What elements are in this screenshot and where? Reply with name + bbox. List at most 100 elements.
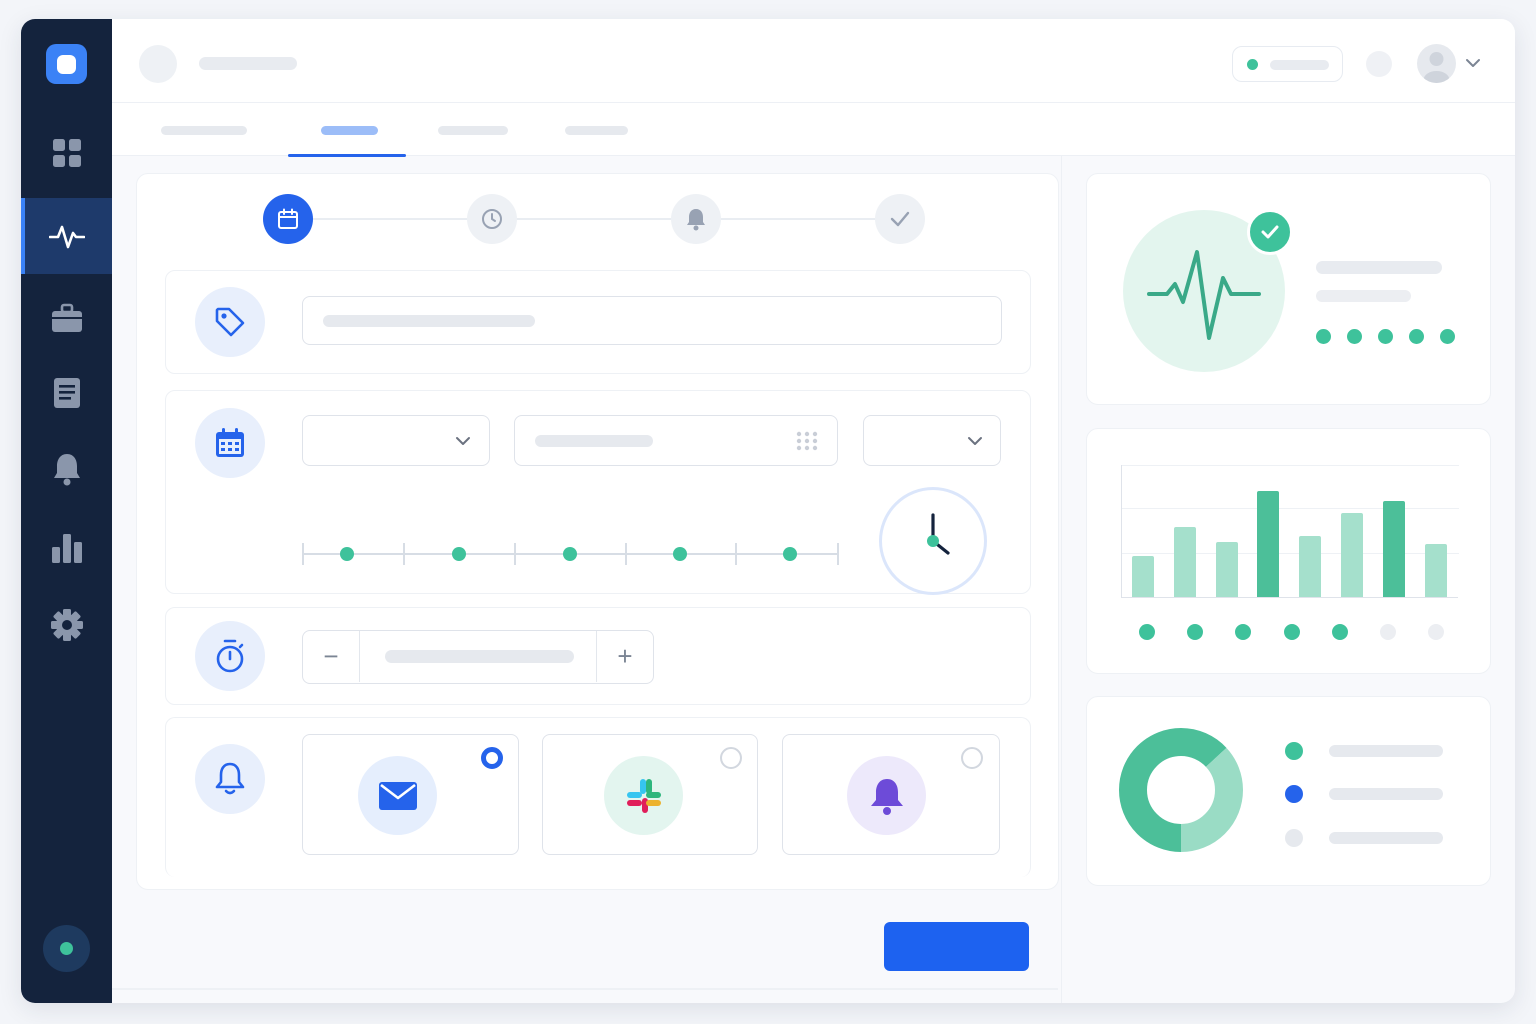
pagination-dot[interactable] xyxy=(1187,624,1204,640)
sidebar-item-reports[interactable] xyxy=(21,355,112,431)
wizard-step-time[interactable] xyxy=(467,194,517,244)
wizard-progress-line xyxy=(312,218,902,220)
duration-value-field[interactable] xyxy=(359,631,597,682)
heartbeat-icon xyxy=(48,225,85,249)
slider-tick xyxy=(735,543,737,565)
donut-chart-card xyxy=(1086,696,1491,886)
grid-dots-icon xyxy=(796,431,818,451)
donut-chart xyxy=(1119,728,1243,852)
legend-dot xyxy=(1285,742,1303,760)
channel-icon-bg xyxy=(358,756,437,835)
channel-option-email[interactable] xyxy=(302,734,519,855)
indicator-dot xyxy=(1378,329,1393,344)
chart-bar[interactable] xyxy=(1424,543,1447,597)
grid-line xyxy=(1122,553,1459,554)
channel-radio[interactable] xyxy=(961,747,983,769)
chevron-down-icon[interactable] xyxy=(1465,55,1481,71)
clock-hands-icon xyxy=(927,513,950,555)
document-icon xyxy=(53,378,80,408)
slider-point[interactable] xyxy=(673,547,687,561)
bell-icon xyxy=(53,454,80,486)
slider-point[interactable] xyxy=(340,547,354,561)
chart-bar[interactable] xyxy=(1257,490,1280,597)
bar-chart-icon xyxy=(51,534,82,563)
pagination-dot[interactable] xyxy=(1428,624,1445,640)
channel-radio[interactable] xyxy=(720,747,742,769)
decrement-button[interactable]: − xyxy=(303,631,359,682)
pagination-dot[interactable] xyxy=(1380,624,1396,640)
bar-chart-card xyxy=(1086,428,1491,674)
duration-stepper: − + xyxy=(302,630,654,684)
sidebar-item-jobs[interactable] xyxy=(21,280,112,356)
clock-picker[interactable] xyxy=(879,487,987,595)
tab-label xyxy=(565,126,628,135)
tab-2[interactable] xyxy=(288,103,406,157)
sidebar-item-alerts[interactable] xyxy=(21,431,112,507)
briefcase-icon xyxy=(51,303,82,332)
chart-bar[interactable] xyxy=(1299,536,1322,597)
slider-tick xyxy=(403,543,405,565)
sidebar-item-dashboard[interactable] xyxy=(21,115,112,191)
section-icon xyxy=(195,621,265,691)
wizard-step-schedule[interactable] xyxy=(263,194,313,244)
chevron-down-icon xyxy=(968,437,982,445)
chart-bar[interactable] xyxy=(1215,541,1238,597)
time-select[interactable] xyxy=(863,415,1001,466)
tab-4[interactable] xyxy=(565,103,628,156)
legend-label xyxy=(1329,745,1443,757)
channel-radio-selected[interactable] xyxy=(481,747,503,769)
system-status-pill[interactable] xyxy=(1232,46,1343,82)
check-icon xyxy=(890,211,910,227)
grid-line xyxy=(1122,465,1459,466)
avatar[interactable] xyxy=(1417,44,1456,83)
slider-point[interactable] xyxy=(452,547,466,561)
tab-1[interactable] xyxy=(161,103,247,156)
duration-value xyxy=(385,650,574,663)
connection-status-indicator[interactable] xyxy=(43,925,90,972)
duration-section: − + xyxy=(165,607,1031,705)
grid-icon xyxy=(52,139,81,167)
wizard-step-review[interactable] xyxy=(875,194,925,244)
slider-tick xyxy=(302,543,304,565)
chart-bar[interactable] xyxy=(1173,526,1196,597)
increment-button[interactable]: + xyxy=(597,631,653,682)
pagination-dot[interactable] xyxy=(1283,624,1300,640)
frequency-select[interactable] xyxy=(302,415,490,466)
pagination-dot[interactable] xyxy=(1235,624,1252,640)
primary-action-button[interactable] xyxy=(884,922,1029,971)
sidebar-item-settings[interactable] xyxy=(21,587,112,663)
calendar-icon xyxy=(216,428,244,457)
health-status-card xyxy=(1086,173,1491,405)
envelope-icon xyxy=(378,781,417,810)
clock-icon xyxy=(482,209,502,229)
indicator-dot xyxy=(1347,329,1362,344)
chart-bar[interactable] xyxy=(1382,501,1405,597)
channel-option-push[interactable] xyxy=(782,734,1000,855)
name-section xyxy=(165,270,1031,374)
legend-dot xyxy=(1285,829,1303,847)
pagination-dot[interactable] xyxy=(1331,624,1348,640)
slack-icon xyxy=(626,778,661,813)
tab-label xyxy=(321,126,378,135)
tab-3[interactable] xyxy=(438,103,508,156)
channel-option-slack[interactable] xyxy=(542,734,758,855)
status-ok-badge xyxy=(1247,209,1293,255)
pagination-dot[interactable] xyxy=(1139,624,1155,640)
channel-icon-bg xyxy=(604,756,683,835)
chart-bar[interactable] xyxy=(1341,512,1363,597)
app-logo[interactable] xyxy=(46,44,87,84)
sidebar-item-activity[interactable] xyxy=(21,198,112,274)
slider-point[interactable] xyxy=(563,547,577,561)
health-subtitle xyxy=(1316,290,1411,302)
name-input[interactable] xyxy=(302,296,1002,345)
slider-point[interactable] xyxy=(783,547,797,561)
legend-dot xyxy=(1285,785,1303,803)
gear-icon xyxy=(50,609,83,641)
slider-tick xyxy=(625,543,627,565)
time-slider[interactable] xyxy=(302,543,839,565)
sidebar-item-analytics[interactable] xyxy=(21,509,112,585)
notifications-button[interactable] xyxy=(1366,51,1392,77)
date-picker-input[interactable] xyxy=(514,415,838,466)
wizard-step-notify[interactable] xyxy=(671,194,721,244)
chart-bar[interactable] xyxy=(1132,555,1154,597)
